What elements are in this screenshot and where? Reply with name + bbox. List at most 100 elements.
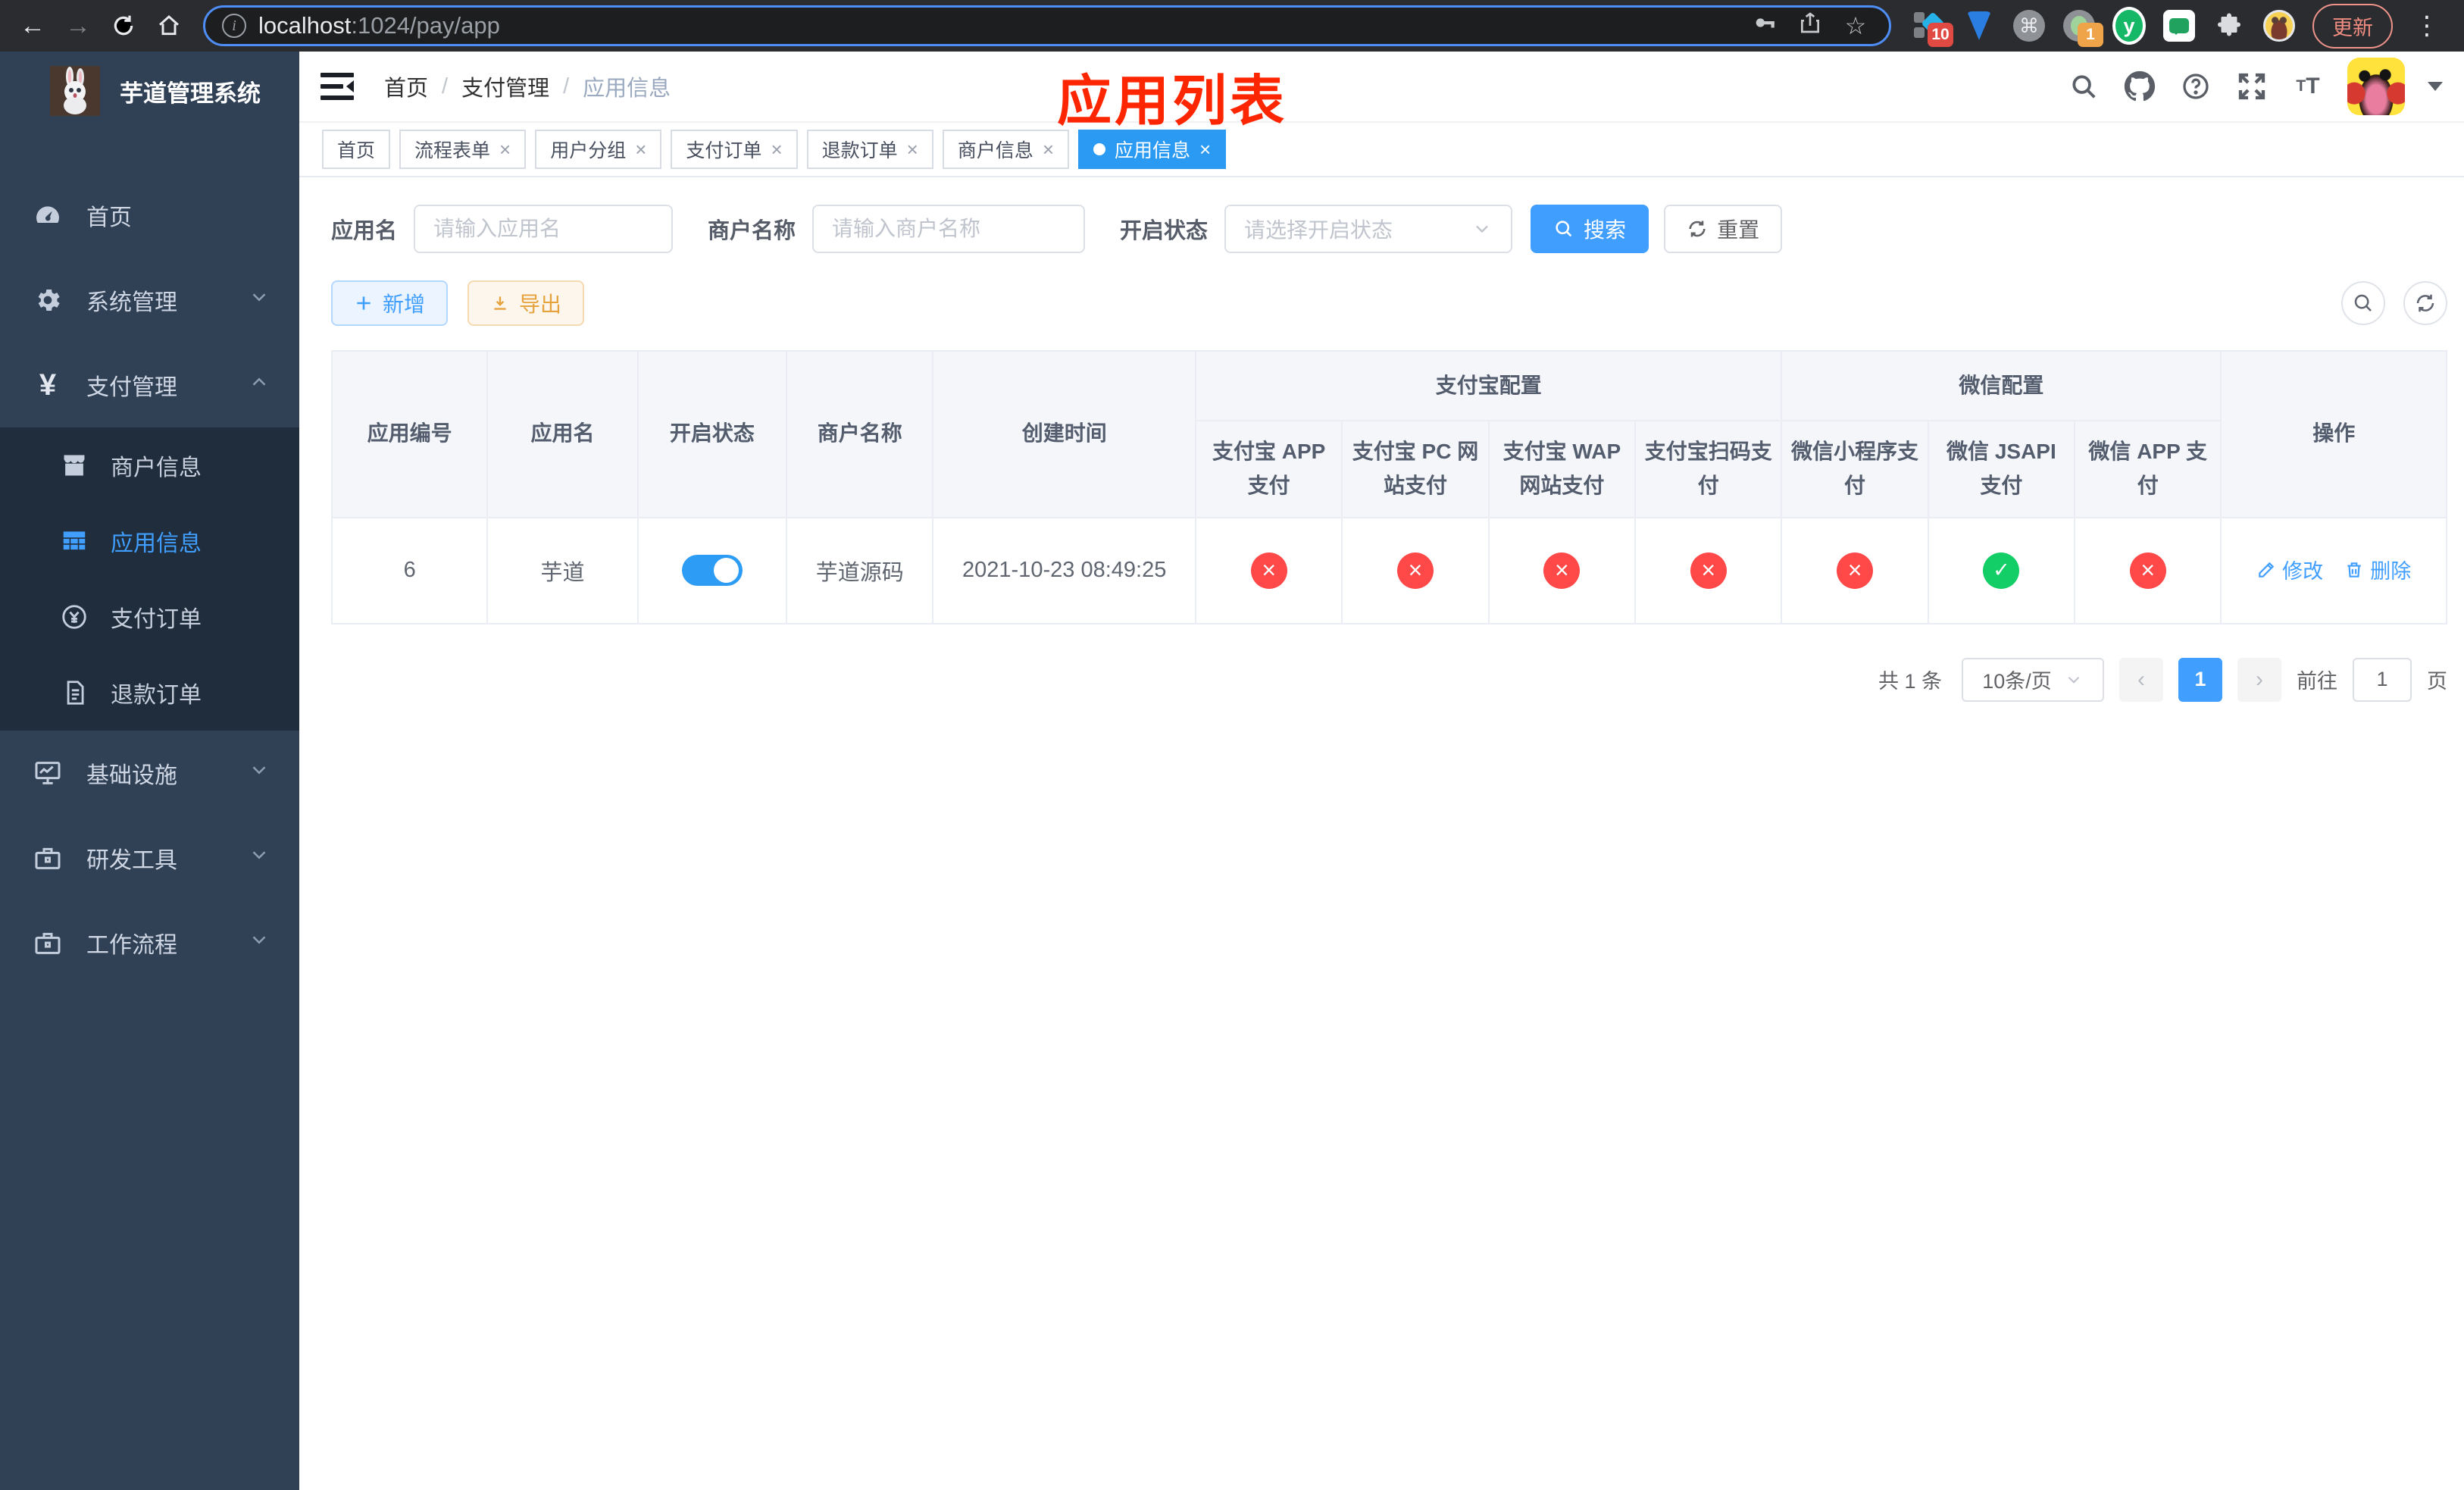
page-unit-label: 页 <box>2427 670 2447 693</box>
tab-label: 流程表单 <box>414 140 491 161</box>
cell-alipay-pc <box>1341 516 1490 624</box>
browser-toolbar: ← → i localhost:1024/pay/app ☆ 10 ⌘ 1 y … <box>0 0 2464 52</box>
fullscreen-icon[interactable] <box>2235 70 2269 103</box>
edit-icon <box>2259 562 2275 578</box>
cell-alipay-qr <box>1634 516 1783 624</box>
y-extension-icon[interactable]: y <box>2112 7 2146 45</box>
tab-refund-order[interactable]: 退款订单 × <box>806 130 933 169</box>
sidebar-item-label: 基础设施 <box>86 763 177 788</box>
sidebar-item-refund[interactable]: 退款订单 <box>0 655 299 731</box>
github-icon[interactable] <box>2123 70 2156 103</box>
close-icon[interactable]: × <box>635 139 646 159</box>
extensions-puzzle-icon[interactable] <box>2212 9 2246 42</box>
app-name-input[interactable] <box>414 205 674 253</box>
next-page-button[interactable]: › <box>2237 657 2281 702</box>
search-button[interactable]: 搜索 <box>1531 205 1649 253</box>
pinned-extension-icon[interactable]: 10 <box>1912 9 1953 47</box>
merchant-name-input[interactable] <box>812 205 1086 253</box>
font-size-icon[interactable]: TT <box>2291 70 2325 103</box>
cell-wechat-jsapi <box>1927 516 2076 624</box>
logo-rabbit-image <box>50 66 100 116</box>
refresh-table-button[interactable] <box>2403 281 2447 325</box>
group-wechat: 微信配置 <box>1781 350 2222 421</box>
tab-app-info[interactable]: 应用信息 × <box>1078 130 1227 169</box>
reset-button[interactable]: 重置 <box>1664 205 1783 253</box>
search-icon[interactable] <box>2067 70 2100 103</box>
site-info-icon[interactable]: i <box>222 14 246 38</box>
url-host: localhost <box>258 12 352 39</box>
prev-page-button[interactable]: ‹ <box>2119 657 2163 702</box>
bookmark-star-icon[interactable]: ☆ <box>1839 11 1872 40</box>
share-icon[interactable] <box>1793 11 1827 41</box>
cell-actions: 修改 删除 <box>2220 516 2447 624</box>
toggle-search-button[interactable] <box>2341 281 2385 325</box>
sidebar-item-workflow[interactable]: 工作流程 <box>0 900 299 985</box>
browser-profile-avatar[interactable] <box>2262 9 2296 42</box>
user-avatar[interactable] <box>2347 58 2405 115</box>
breadcrumb: 首页 / 支付管理 / 应用信息 <box>384 70 671 102</box>
avatar-caret-icon[interactable] <box>2428 82 2443 99</box>
pay-submenu: 商户信息 应用信息 支付订单 退款订单 <box>0 427 299 731</box>
sidebar-item-app[interactable]: 应用信息 <box>0 503 299 579</box>
chevron-down-icon <box>248 286 270 315</box>
edit-link-label: 修改 <box>2282 560 2324 584</box>
toolbox-icon <box>30 840 65 875</box>
current-page-button[interactable]: 1 <box>2178 657 2222 702</box>
command-extension-icon[interactable]: ⌘ <box>2012 9 2046 42</box>
sidebar-collapse-icon[interactable] <box>321 71 354 102</box>
sidebar-item-merchant[interactable]: 商户信息 <box>0 427 299 503</box>
profile-extension-icon[interactable]: 1 <box>2062 9 2103 47</box>
reload-icon[interactable] <box>106 8 141 43</box>
breadcrumb-section[interactable]: 支付管理 <box>461 70 549 102</box>
forward-icon[interactable]: → <box>61 8 95 43</box>
edit-link[interactable]: 修改 <box>2256 555 2323 584</box>
status-toggle[interactable] <box>681 555 743 587</box>
page-size-select[interactable]: 10条/页 <box>1962 657 2104 702</box>
add-button[interactable]: 新增 <box>331 280 449 326</box>
close-icon[interactable]: × <box>1043 139 1054 159</box>
help-icon[interactable] <box>2179 70 2212 103</box>
sidebar-item-label: 首页 <box>86 205 132 230</box>
close-icon[interactable]: × <box>907 139 918 159</box>
sidebar-item-order[interactable]: 支付订单 <box>0 579 299 655</box>
status-badge <box>1543 552 1581 589</box>
close-icon[interactable]: × <box>771 139 782 159</box>
delete-link[interactable]: 删除 <box>2344 555 2411 584</box>
goto-page-input[interactable] <box>2353 657 2412 702</box>
status-select[interactable]: 请选择开启状态 <box>1224 205 1513 253</box>
col-alipay-wap: 支付宝 WAP 网站支付 <box>1487 420 1637 518</box>
kite-extension-icon[interactable] <box>1962 9 1996 42</box>
tab-process-form[interactable]: 流程表单 × <box>399 130 527 169</box>
sidebar-item-home[interactable]: 首页 <box>0 173 299 258</box>
tab-user-group[interactable]: 用户分组 × <box>535 130 662 169</box>
browser-menu-icon[interactable]: ⋮ <box>2409 11 2444 41</box>
tab-merchant-info[interactable]: 商户信息 × <box>942 130 1070 169</box>
chat-extension-icon[interactable] <box>2162 9 2196 42</box>
breadcrumb-home[interactable]: 首页 <box>384 70 428 102</box>
back-icon[interactable]: ← <box>15 8 50 43</box>
reset-button-label: 重置 <box>1717 218 1760 242</box>
sidebar-item-pay[interactable]: ¥ 支付管理 <box>0 343 299 427</box>
home-icon[interactable] <box>152 8 186 43</box>
sidebar-item-system[interactable]: 系统管理 <box>0 258 299 343</box>
sidebar-item-infra[interactable]: 基础设施 <box>0 731 299 815</box>
address-bar[interactable]: i localhost:1024/pay/app ☆ <box>203 5 1891 46</box>
breadcrumb-current: 应用信息 <box>583 77 671 101</box>
cell-alipay-app <box>1194 516 1343 624</box>
close-icon[interactable]: × <box>1199 139 1211 159</box>
extension-badge: 10 <box>1928 23 1953 47</box>
close-icon[interactable]: × <box>499 139 511 159</box>
sidebar-item-dev[interactable]: 研发工具 <box>0 815 299 900</box>
export-button[interactable]: 导出 <box>467 280 585 326</box>
status-badge <box>1250 552 1287 589</box>
chrome-update-button[interactable]: 更新 <box>2312 3 2393 49</box>
password-key-icon[interactable] <box>1748 10 1781 42</box>
table-row: 6 芋道 芋道源码 2021-10-23 08:49:25 × × × × × … <box>330 516 2447 624</box>
col-alipay-qr: 支付宝扫码支付 <box>1634 420 1783 518</box>
tab-label: 商户信息 <box>957 140 1033 161</box>
chevron-down-icon <box>248 844 270 872</box>
tab-pay-order[interactable]: 支付订单 × <box>671 130 798 169</box>
tab-home[interactable]: 首页 <box>322 130 391 169</box>
breadcrumb-separator: / <box>442 74 449 99</box>
navbar-actions: TT <box>2067 58 2443 115</box>
